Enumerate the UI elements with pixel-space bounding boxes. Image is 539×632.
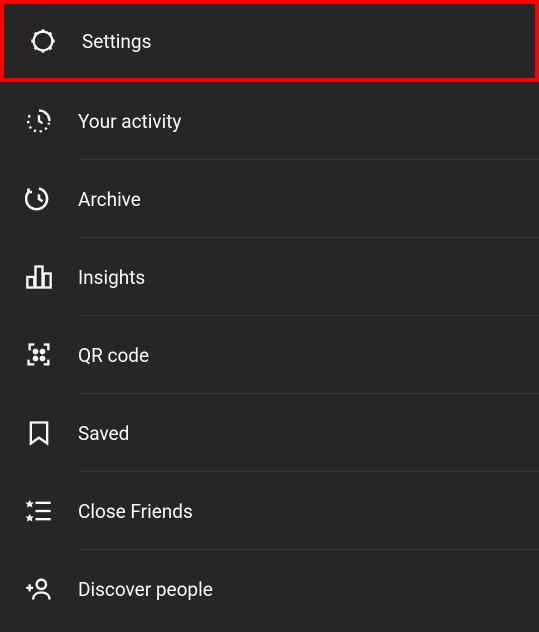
- qrcode-icon: [25, 341, 53, 369]
- menu-item-settings[interactable]: Settings: [0, 0, 539, 82]
- icon-wrapper: [0, 575, 78, 603]
- gear-icon: [29, 27, 57, 55]
- menu-label: Settings: [82, 29, 535, 53]
- insights-icon: [25, 263, 53, 291]
- menu-item-qr-code[interactable]: QR code: [0, 316, 539, 394]
- menu-label: Discover people: [78, 577, 539, 601]
- icon-wrapper: [0, 185, 78, 213]
- menu-label: Archive: [78, 187, 539, 211]
- menu-label: Close Friends: [78, 499, 539, 523]
- archive-icon: [25, 185, 53, 213]
- activity-icon: [25, 107, 53, 135]
- menu-container: Settings Your activity: [0, 0, 539, 628]
- menu-item-archive[interactable]: Archive: [0, 160, 539, 238]
- saved-icon: [25, 419, 53, 447]
- close-friends-icon: [25, 497, 53, 525]
- icon-wrapper: [4, 27, 82, 55]
- icon-wrapper: [0, 419, 78, 447]
- menu-label: Insights: [78, 265, 539, 289]
- menu-item-discover-people[interactable]: Discover people: [0, 550, 539, 628]
- menu-item-insights[interactable]: Insights: [0, 238, 539, 316]
- menu-item-saved[interactable]: Saved: [0, 394, 539, 472]
- menu-item-your-activity[interactable]: Your activity: [0, 82, 539, 160]
- menu-label: Saved: [78, 421, 539, 445]
- menu-label: Your activity: [78, 109, 539, 133]
- menu-label: QR code: [78, 343, 539, 367]
- icon-wrapper: [0, 263, 78, 291]
- menu-item-close-friends[interactable]: Close Friends: [0, 472, 539, 550]
- icon-wrapper: [0, 107, 78, 135]
- icon-wrapper: [0, 341, 78, 369]
- icon-wrapper: [0, 497, 78, 525]
- discover-people-icon: [25, 575, 53, 603]
